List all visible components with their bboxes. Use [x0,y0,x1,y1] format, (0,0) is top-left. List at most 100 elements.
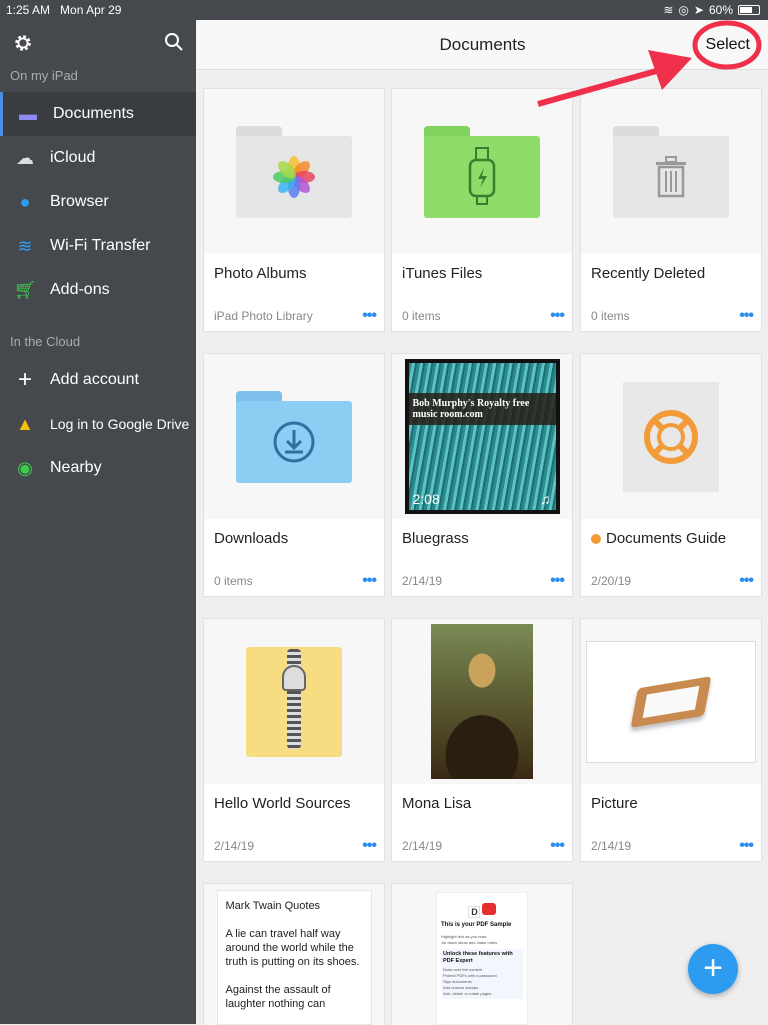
sidebar-item-add-ons[interactable]: 🛒︎ Add-ons [0,268,196,312]
file-name-text: Picture [591,795,638,812]
file-card-recently-deleted[interactable]: Recently Deleted 0 items ••• [580,88,762,332]
pdf-bullet: Jot down ideas and make notes [441,940,498,945]
thumbnail: D This is your PDF Sample Highlight text… [392,884,572,1025]
folder-icon [424,125,540,218]
file-subtitle: 2/14/19 [402,574,443,588]
file-name: Hello World Sources [214,795,350,812]
wifi-icon: ≋ [17,235,33,256]
more-options-icon[interactable]: ••• [739,572,754,590]
thumbnail: Bob Murphy's Royalty free music room.com… [392,354,572,519]
label: Add-ons [50,281,110,298]
tray-image [630,675,712,728]
more-options-icon[interactable]: ••• [550,307,565,325]
sidebar-item-wifi-transfer[interactable]: ≋ Wi-Fi Transfer [0,224,196,268]
file-card-pdf-sample[interactable]: D This is your PDF Sample Highlight text… [391,883,573,1025]
nearby-icon: ◉ [17,457,33,478]
thumbnail [581,354,761,519]
label: Browser [50,193,109,210]
cloud-icon: ☁ [16,147,34,168]
file-name: Documents Guide [591,530,726,547]
file-card-documents-guide[interactable]: Documents Guide 2/20/19 ••• [580,353,762,597]
label: Nearby [50,459,102,476]
file-subtitle: 2/20/19 [591,574,632,588]
status-icons: ≋ ◎ ➤ 60% [663,3,760,17]
sidebar-item-add-account[interactable]: + Add account [0,358,196,402]
file-subtitle: iPad Photo Library [214,309,313,323]
more-options-icon[interactable]: ••• [362,307,377,325]
more-options-icon[interactable]: ••• [362,572,377,590]
file-subtitle: 2/14/19 [214,839,255,853]
folder-icon [613,125,729,218]
file-card-photo-albums[interactable]: Photo Albums iPad Photo Library ••• [203,88,385,332]
file-card-hello-world-sources[interactable]: Hello World Sources 2/14/19 ••• [203,618,385,862]
file-name: Downloads [214,530,288,547]
music-note-icon: ♫ [540,491,551,507]
file-name-text: Downloads [214,530,289,547]
file-name-text: Mona Lisa [402,795,472,812]
preview-paragraph: Against the assault of laughter nothing … [225,984,331,1010]
sidebar-item-nearby[interactable]: ◉ Nearby [0,446,196,490]
section-on-my-ipad: On my iPad [10,68,78,83]
file-subtitle: 2/14/19 [591,839,632,853]
file-name-text: iTunes Files [402,265,483,282]
pdf-logos: D [441,903,523,918]
pdf-preview: D This is your PDF Sample Highlight text… [436,892,528,1025]
file-name: iTunes Files [402,265,482,282]
sidebar: On my iPad ▬ Documents ☁ iCloud ● Browser ≋… [0,20,196,1024]
add-button[interactable]: + [688,944,738,994]
archive-thumbnail [246,646,342,757]
compass-icon: ● [19,191,31,212]
file-card-picture[interactable]: Picture 2/14/19 ••• [580,618,762,862]
lock-rotation-icon: ◎ [678,3,689,17]
sidebar-item-documents[interactable]: ▬ Documents [0,92,196,136]
file-name-text: Documents Guide [606,530,727,547]
preview-paragraph: A lie can travel half way around the wor… [225,928,360,968]
lifebuoy-icon [644,409,698,464]
file-name: Recently Deleted [591,265,705,282]
cart-icon: 🛒︎ [13,279,37,300]
trash-icon [656,155,686,197]
battery-percent: 60% [708,3,733,17]
folder-icon [236,125,352,218]
label: Documents [53,105,134,122]
sidebar-item-google-drive[interactable]: ▲ Log in to Google Drive [0,402,196,446]
label: iCloud [50,149,96,166]
file-subtitle: 0 items [402,309,441,323]
more-options-icon[interactable]: ••• [362,837,377,855]
pdf-title: This is your PDF Sample [441,922,512,928]
more-options-icon[interactable]: ••• [550,837,565,855]
tag-dot-icon [591,533,601,544]
thumbnail: Mark Twain Quotes A lie can travel half … [204,884,384,1025]
file-card-mona-lisa[interactable]: Mona Lisa 2/14/19 ••• [391,618,573,862]
file-name: Mona Lisa [402,795,471,812]
folder-icon: ▬ [19,103,37,124]
file-card-bluegrass[interactable]: Bob Murphy's Royalty free music room.com… [391,353,573,597]
file-card-downloads[interactable]: Downloads 0 items ••• [203,353,385,597]
more-options-icon[interactable]: ••• [550,572,565,590]
picture-thumbnail [586,640,756,763]
more-options-icon[interactable]: ••• [739,307,754,325]
file-name-text: Recently Deleted [591,265,706,282]
pdf-feature: Add, delete or rotate pages [443,991,492,996]
time: 1:25 AM [6,3,51,17]
sidebar-item-icloud[interactable]: ☁ iCloud [0,136,196,180]
file-name-text: Photo Albums [214,265,307,282]
thumbnail [204,89,384,254]
more-options-icon[interactable]: ••• [739,837,754,855]
gear-icon[interactable] [12,32,34,54]
zipper-icon [287,648,301,749]
location-icon: ➤ [693,3,704,17]
download-icon [273,421,315,462]
file-card-mark-twain-quotes[interactable]: Mark Twain Quotes A lie can travel half … [203,883,385,1025]
thumbnail [392,619,572,784]
search-icon[interactable] [164,32,184,52]
audio-thumbnail: Bob Murphy's Royalty free music room.com… [404,359,560,514]
google-drive-icon: ▲ [16,413,34,434]
mona-lisa-image [431,624,533,779]
preview-title: Mark Twain Quotes [225,900,321,912]
usb-icon [468,146,496,205]
pdf-heading: Unlock these features with PDF Expert [443,951,513,964]
file-card-itunes-files[interactable]: iTunes Files 0 items ••• [391,88,573,332]
battery-icon [738,5,760,15]
sidebar-item-browser[interactable]: ● Browser [0,180,196,224]
